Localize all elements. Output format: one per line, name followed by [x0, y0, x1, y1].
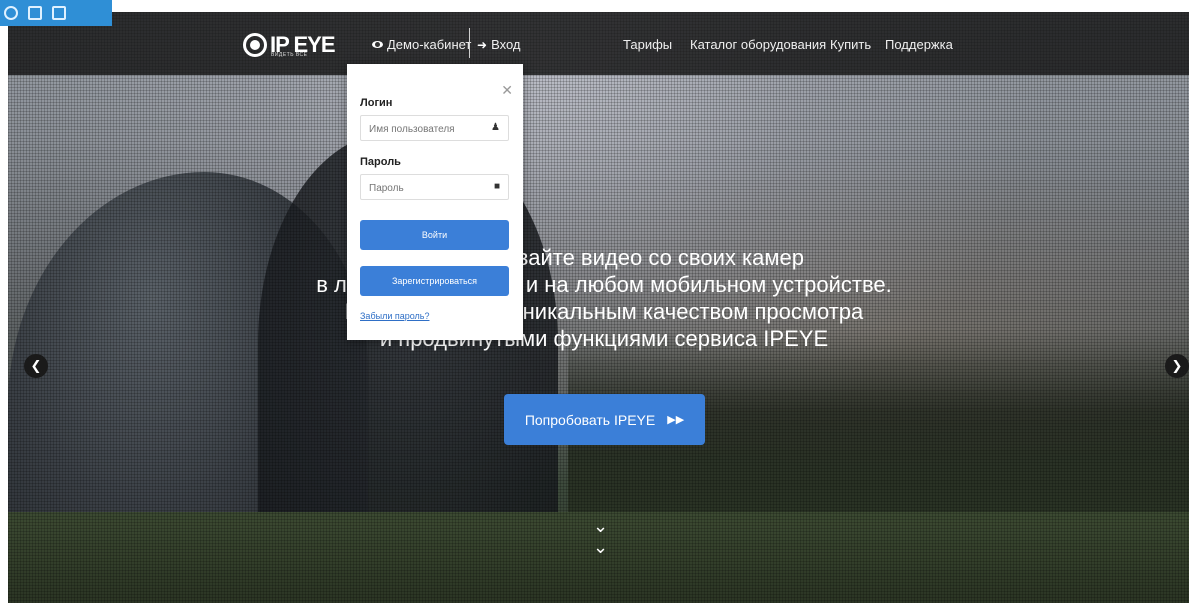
chevron-left-icon[interactable]: ❮	[24, 354, 48, 378]
nav-separator	[469, 28, 470, 58]
nav-item-support[interactable]: Поддержка	[885, 37, 953, 52]
try-ipeye-button[interactable]: Попробовать IPEYE ▶▶	[504, 394, 705, 445]
nav-demo-label: Демо-кабинет	[387, 37, 472, 52]
app-icon-3[interactable]	[52, 6, 66, 20]
password-input[interactable]	[361, 175, 491, 201]
double-chevron-down-icon[interactable]: ⌄ ⌄	[593, 516, 608, 558]
hero-text: Просматривайте видео со своих камер в лю…	[200, 244, 1008, 352]
nav-demo-cabinet[interactable]: Демо-кабинет	[372, 37, 471, 52]
logo[interactable]: IP EYE ВИДЕТЬ ВСЕ	[243, 30, 336, 60]
logo-subtitle: ВИДЕТЬ ВСЕ	[271, 52, 308, 58]
top-strip	[0, 0, 1189, 12]
hero-line-2: в любой точке мира и на любом мобильном …	[316, 272, 892, 297]
navbar	[8, 12, 1189, 75]
user-icon: ♟	[491, 122, 500, 133]
close-icon[interactable]: ✕	[501, 82, 513, 99]
hero-line-1: Просматривайте видео со своих камер	[404, 245, 804, 270]
app-icons-bar	[0, 0, 112, 26]
hero-line-4: и продвинутыми функциями сервиса IPEYE	[379, 326, 829, 351]
login-popup: ✕ Логин ♟ Пароль ■ Войти Зарегистрироват…	[347, 64, 523, 340]
password-label: Пароль	[360, 156, 401, 168]
chevron-right-icon[interactable]: ❯	[1165, 354, 1189, 378]
username-field-wrap: ♟	[360, 115, 509, 142]
lock-icon: ■	[493, 181, 500, 192]
nav-item-tariffs[interactable]: Тарифы	[623, 37, 672, 52]
submit-button[interactable]: Войти	[360, 220, 509, 250]
login-label: Логин	[360, 97, 393, 109]
cta-label: Попробовать IPEYE	[524, 411, 656, 428]
register-button[interactable]: Зарегистрироваться	[360, 266, 509, 296]
app-icon-2[interactable]	[28, 6, 42, 20]
nav-item-buy[interactable]: Купить	[830, 37, 871, 52]
username-input[interactable]	[361, 116, 491, 142]
app-icon-1[interactable]	[4, 6, 18, 20]
hero-line-3: Наслаждайтесь уникальным качеством просм…	[344, 299, 864, 324]
password-field-wrap: ■	[360, 174, 509, 201]
sign-in-icon: ➜	[477, 37, 488, 52]
forgot-password-link[interactable]: Забыли пароль?	[360, 311, 429, 321]
eye-icon	[372, 41, 383, 48]
fast-forward-icon: ▶▶	[667, 414, 685, 426]
nav-login[interactable]: ➜ Вход	[477, 37, 520, 52]
nav-item-catalog[interactable]: Каталог оборудования	[690, 37, 826, 52]
nav-login-label: Вход	[491, 37, 521, 52]
logo-eye-icon	[243, 33, 267, 57]
